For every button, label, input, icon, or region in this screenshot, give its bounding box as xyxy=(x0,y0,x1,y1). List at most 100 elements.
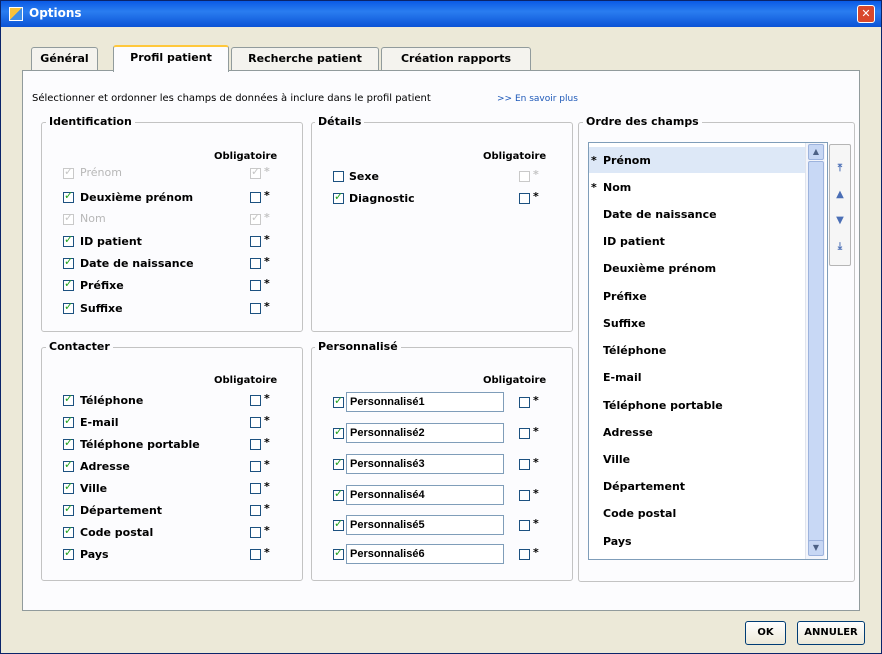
list-item[interactable]: Date de naissance xyxy=(589,201,807,227)
contacter-obligatoire-header: Obligatoire xyxy=(214,375,278,386)
mandatory-personnalise6[interactable] xyxy=(519,549,530,560)
checkbox-nom xyxy=(63,211,74,225)
checkbox-suffixe[interactable] xyxy=(63,300,74,314)
list-item[interactable]: Téléphone xyxy=(589,337,807,363)
field-order-list[interactable]: * Prénom * Nom Date de naissance ID patien… xyxy=(588,142,828,560)
mandatory-marker-date-de-naissance: * xyxy=(264,255,270,268)
mandatory-personnalise4[interactable] xyxy=(519,490,530,501)
label-sexe: Sexe xyxy=(349,170,379,183)
ok-button[interactable]: OK xyxy=(745,621,786,645)
contacter-title: Contacter xyxy=(46,340,113,353)
mandatory-telephone[interactable] xyxy=(250,395,261,406)
checkbox-adresse[interactable] xyxy=(63,458,74,472)
list-item[interactable]: Deuxième prénom xyxy=(589,255,807,281)
checkbox-personnalise3[interactable] xyxy=(333,456,344,470)
personnalise2-field[interactable] xyxy=(346,423,504,443)
checkbox-prenom xyxy=(63,165,74,179)
checkbox-ville[interactable] xyxy=(63,480,74,494)
list-item[interactable]: Code postal xyxy=(589,500,807,526)
tab-general[interactable]: Général xyxy=(31,47,98,71)
mandatory-personnalise1[interactable] xyxy=(519,397,530,408)
checkbox-telephone[interactable] xyxy=(63,392,74,406)
checkbox-personnalise4[interactable] xyxy=(333,487,344,501)
checkbox-departement[interactable] xyxy=(63,502,74,516)
mandatory-marker-email: * xyxy=(264,414,270,427)
list-item[interactable]: * Prénom xyxy=(589,147,807,173)
instruction-text: Sélectionner et ordonner les champs de d… xyxy=(32,93,431,104)
checkbox-sexe[interactable] xyxy=(333,171,344,182)
mandatory-marker-personnalise2: * xyxy=(533,425,539,438)
scroll-thumb[interactable] xyxy=(808,161,824,553)
checkbox-deuxieme-prenom[interactable] xyxy=(63,189,74,203)
label-deuxieme-prenom: Deuxième prénom xyxy=(80,191,194,204)
mandatory-marker-code-postal: * xyxy=(264,524,270,537)
tab-profil-patient[interactable]: Profil patient xyxy=(113,45,229,72)
mandatory-adresse[interactable] xyxy=(250,461,261,472)
learn-more-link[interactable]: >> En savoir plus xyxy=(497,94,578,104)
move-to-bottom-button[interactable]: ⤓ xyxy=(833,241,847,259)
close-button[interactable]: ✕ xyxy=(857,5,875,23)
list-scrollbar[interactable]: ▲ ▼ xyxy=(805,143,825,559)
list-item[interactable]: Suffixe xyxy=(589,310,807,336)
title-bar[interactable]: Options ✕ xyxy=(1,1,881,27)
list-item[interactable]: Adresse xyxy=(589,419,807,445)
personnalise5-field[interactable] xyxy=(346,515,504,535)
arrow-down-icon: ▼ xyxy=(836,215,844,226)
mandatory-marker-departement: * xyxy=(264,502,270,515)
checkbox-prefixe[interactable] xyxy=(63,277,74,291)
list-item[interactable]: E-mail xyxy=(589,364,807,390)
cancel-button[interactable]: ANNULER xyxy=(797,621,865,645)
list-item[interactable]: Ville xyxy=(589,446,807,472)
mandatory-id-patient[interactable] xyxy=(250,236,261,247)
mandatory-diagnostic[interactable] xyxy=(519,193,530,204)
checkbox-pays[interactable] xyxy=(63,546,74,560)
scroll-up-button[interactable]: ▲ xyxy=(808,144,824,160)
mandatory-email[interactable] xyxy=(250,417,261,428)
mandatory-deuxieme-prenom[interactable] xyxy=(250,192,261,203)
list-item[interactable]: Préfixe xyxy=(589,283,807,309)
checkbox-id-patient[interactable] xyxy=(63,233,74,247)
list-item[interactable]: Pays xyxy=(589,528,807,554)
arrow-up-icon: ▲ xyxy=(836,189,844,200)
list-item[interactable]: ID patient xyxy=(589,228,807,254)
identification-obligatoire-header: Obligatoire xyxy=(214,151,278,162)
personnalise1-field[interactable] xyxy=(346,392,504,412)
checkbox-personnalise2[interactable] xyxy=(333,425,344,439)
move-down-button[interactable]: ▼ xyxy=(833,215,847,233)
mandatory-personnalise2[interactable] xyxy=(519,428,530,439)
mandatory-telephone-portable[interactable] xyxy=(250,439,261,450)
move-up-button[interactable]: ▲ xyxy=(833,189,847,207)
mandatory-code-postal[interactable] xyxy=(250,527,261,538)
move-to-top-button[interactable]: ⤒ xyxy=(833,163,847,181)
checkbox-personnalise6[interactable] xyxy=(333,546,344,560)
mandatory-personnalise3[interactable] xyxy=(519,459,530,470)
list-item[interactable]: Téléphone portable xyxy=(589,392,807,418)
label-pays: Pays xyxy=(80,548,109,561)
mandatory-pays[interactable] xyxy=(250,549,261,560)
tab-recherche-patient[interactable]: Recherche patient xyxy=(231,47,379,71)
checkbox-personnalise5[interactable] xyxy=(333,517,344,531)
mandatory-departement[interactable] xyxy=(250,505,261,516)
scroll-down-button[interactable]: ▼ xyxy=(808,540,824,556)
checkbox-code-postal[interactable] xyxy=(63,524,74,538)
mandatory-marker-personnalise5: * xyxy=(533,517,539,530)
list-item[interactable]: * Nom xyxy=(589,174,807,200)
mandatory-personnalise5[interactable] xyxy=(519,520,530,531)
mandatory-date-de-naissance[interactable] xyxy=(250,258,261,269)
label-telephone-portable: Téléphone portable xyxy=(80,438,200,451)
checkbox-diagnostic[interactable] xyxy=(333,190,344,204)
label-departement: Département xyxy=(80,504,163,517)
mandatory-suffixe[interactable] xyxy=(250,303,261,314)
checkbox-personnalise1[interactable] xyxy=(333,394,344,408)
chevron-up-icon: ▲ xyxy=(812,147,820,156)
checkbox-date-de-naissance[interactable] xyxy=(63,255,74,269)
checkbox-email[interactable] xyxy=(63,414,74,428)
personnalise4-field[interactable] xyxy=(346,485,504,505)
personnalise3-field[interactable] xyxy=(346,454,504,474)
mandatory-prefixe[interactable] xyxy=(250,280,261,291)
checkbox-telephone-portable[interactable] xyxy=(63,436,74,450)
personnalise6-field[interactable] xyxy=(346,544,504,564)
list-item[interactable]: Département xyxy=(589,473,807,499)
tab-creation-rapports[interactable]: Création rapports xyxy=(381,47,531,71)
mandatory-ville[interactable] xyxy=(250,483,261,494)
